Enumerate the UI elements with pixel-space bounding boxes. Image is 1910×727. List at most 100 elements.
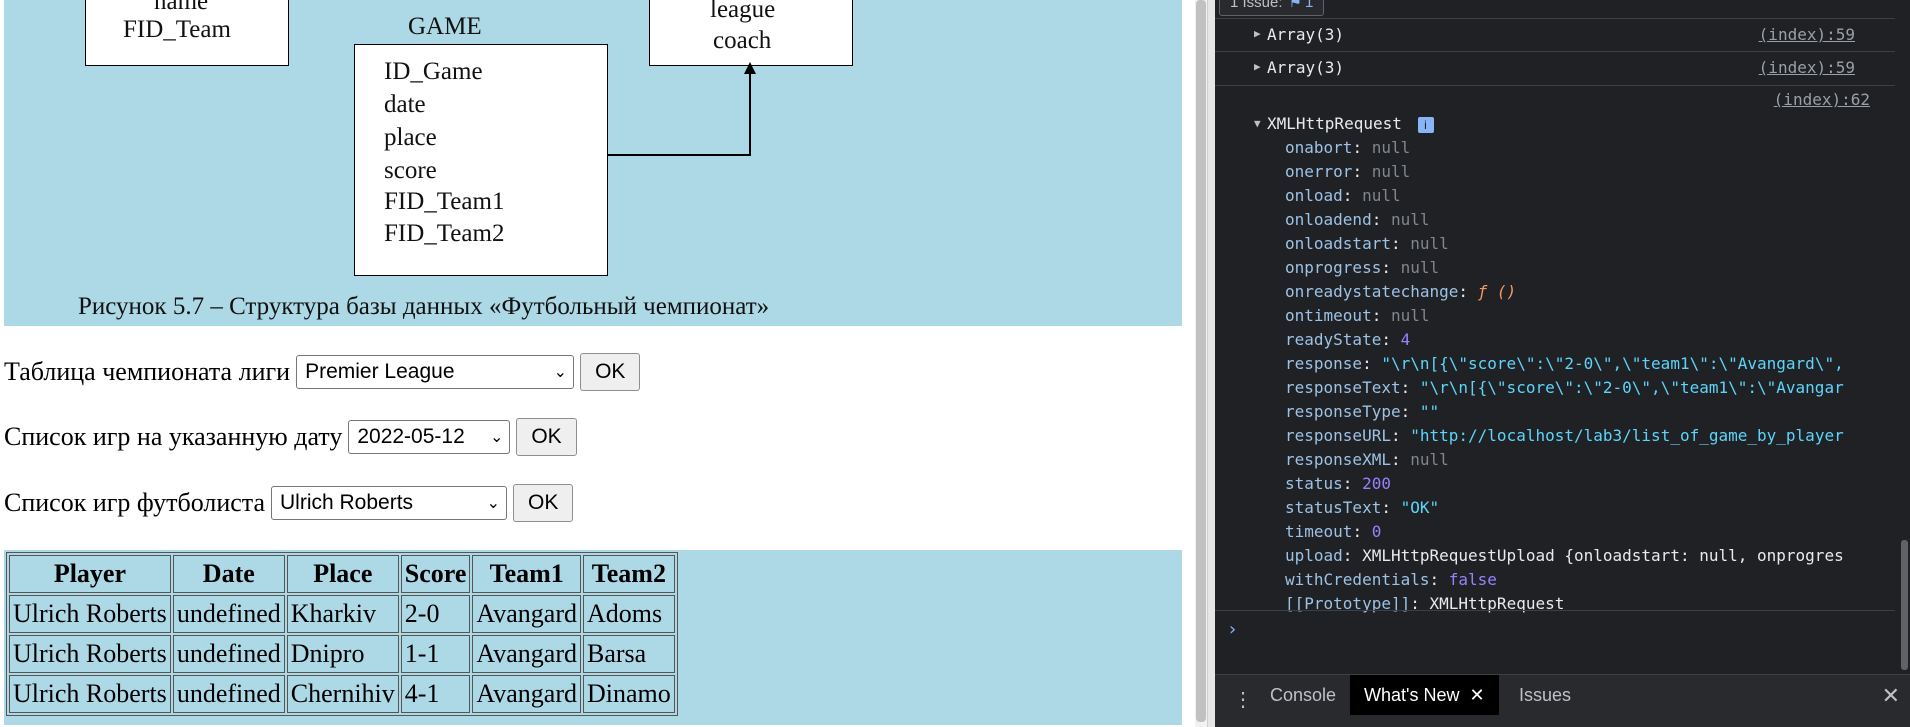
xhr-property-row[interactable]: onloadstart: null <box>1285 232 1875 256</box>
player-select-value: Ulrich Roberts <box>280 491 414 514</box>
property-value: null <box>1371 138 1411 157</box>
property-colon: : <box>1352 162 1372 181</box>
xhr-property-row[interactable]: response: "\r\n[{\"score\":\"2-0\",\"tea… <box>1285 352 1875 376</box>
cell-score: 1-1 <box>400 635 471 673</box>
property-key: timeout <box>1285 522 1353 541</box>
xhr-object-header[interactable]: ▼ XMLHttpRequest i <box>1254 112 1434 136</box>
property-value: false <box>1448 570 1497 589</box>
tab-console[interactable]: Console <box>1256 675 1350 715</box>
page-scrollbar[interactable] <box>1195 0 1207 727</box>
xhr-property-row[interactable]: onload: null <box>1285 184 1875 208</box>
games-table-container: Player Date Place Score Team1 Team2 Ulri… <box>4 550 1182 725</box>
header-team2: Team2 <box>583 555 675 593</box>
game-field-score: score <box>384 157 437 184</box>
chevron-down-icon: ⌄ <box>553 364 568 381</box>
property-value: null <box>1410 234 1449 253</box>
xhr-object-label[interactable]: XMLHttpRequest <box>1267 114 1402 133</box>
console-scrollbar-thumb[interactable] <box>1901 540 1908 670</box>
property-value: null <box>1400 258 1440 277</box>
log-array-text[interactable]: Array(3) <box>1267 58 1344 77</box>
figure-caption: Рисунок 5.7 – Структура базы данных «Фут… <box>78 293 770 320</box>
source-link[interactable]: (index):62 <box>1774 90 1870 109</box>
xhr-property-row[interactable]: withCredentials: false <box>1285 568 1875 592</box>
date-select-value: 2022-05-12 <box>357 425 465 448</box>
xhr-property-row[interactable]: responseURL: "http://localhost/lab3/list… <box>1285 424 1875 448</box>
xhr-property-row[interactable]: onloadend: null <box>1285 208 1875 232</box>
games-table: Player Date Place Score Team1 Team2 Ulri… <box>6 552 678 716</box>
player-select[interactable]: Ulrich Roberts ⌄ <box>271 486 508 520</box>
property-key: statusText <box>1285 498 1382 517</box>
xhr-property-row[interactable]: readyState: 4 <box>1285 328 1875 352</box>
header-team1: Team1 <box>472 555 581 593</box>
collapse-triangle-icon[interactable]: ▼ <box>1254 112 1261 136</box>
xhr-property-row[interactable]: onerror: null <box>1285 160 1875 184</box>
devtools-splitter[interactable] <box>1207 0 1215 727</box>
cell-team2: Adoms <box>583 595 675 633</box>
xhr-property-row[interactable]: ▶[[Prototype]]: XMLHttpRequest <box>1285 592 1875 616</box>
property-colon: : <box>1362 354 1382 373</box>
info-icon[interactable]: i <box>1417 117 1434 133</box>
header-place: Place <box>286 555 399 593</box>
date-select[interactable]: 2022-05-12 ⌄ <box>348 420 511 454</box>
xhr-property-row[interactable]: onprogress: null <box>1285 256 1875 280</box>
league-select[interactable]: Premier League ⌄ <box>296 355 575 389</box>
tab-issues-label: Issues <box>1519 684 1572 705</box>
issues-label: 1 Issue: <box>1230 0 1283 11</box>
property-key: onload <box>1285 186 1343 205</box>
property-key: responseType <box>1285 402 1401 421</box>
console-prompt-icon[interactable]: › <box>1227 619 1238 640</box>
close-tab-icon[interactable]: ✕ <box>1469 685 1484 706</box>
property-value: 200 <box>1362 474 1391 493</box>
console-scrollbar[interactable] <box>1898 0 1910 672</box>
cell-place: Kharkiv <box>286 595 399 633</box>
expand-triangle-icon[interactable]: ▶ <box>1254 60 1261 73</box>
games-by-player-label: Список игр футболиста <box>4 488 266 517</box>
xhr-property-row[interactable]: responseText: "\r\n[{\"score\":\"2-0\",\… <box>1285 376 1875 400</box>
xhr-property-row[interactable]: statusText: "OK" <box>1285 496 1875 520</box>
log-divider <box>1215 85 1895 86</box>
property-colon: : <box>1390 234 1411 253</box>
player-ok-button[interactable]: OK <box>513 484 574 522</box>
tab-whats-new[interactable]: What's New ✕ <box>1350 675 1499 715</box>
xhr-property-row[interactable]: responseType: "" <box>1285 400 1875 424</box>
league-ok-button[interactable]: OK <box>580 353 641 391</box>
property-key: responseURL <box>1285 426 1391 445</box>
property-value: "\r\n[{\"score\":\"2-0\",\"team1\":\"Ava… <box>1381 354 1844 373</box>
chevron-down-icon: ⌄ <box>486 495 501 512</box>
league-table-label: Таблица чемпионата лиги <box>4 357 291 386</box>
table-row: Ulrich Roberts undefined Kharkiv 2-0 Ava… <box>9 595 675 633</box>
log-array-text[interactable]: Array(3) <box>1267 25 1344 44</box>
property-colon: : <box>1371 210 1391 229</box>
cell-place: Dnipro <box>286 635 399 673</box>
property-colon: : <box>1381 498 1401 517</box>
property-colon: : <box>1400 402 1420 421</box>
property-value: null <box>1371 162 1411 181</box>
tab-issues[interactable]: Issues <box>1505 675 1585 715</box>
more-options-icon[interactable]: ⋮ <box>1233 687 1253 712</box>
xhr-property-row[interactable]: ontimeout: null <box>1285 304 1875 328</box>
xhr-property-row[interactable]: timeout: 0 <box>1285 520 1875 544</box>
source-link[interactable]: (index):59 <box>1759 25 1855 44</box>
xhr-property-row[interactable]: ▶upload: XMLHttpRequestUpload {onloadsta… <box>1285 544 1875 568</box>
console-log-entry[interactable]: ▶ Array(3) (index):59 <box>1215 18 1895 52</box>
xhr-property-row[interactable]: responseXML: null <box>1285 448 1875 472</box>
xhr-property-row[interactable]: onabort: null <box>1285 136 1875 160</box>
game-field-place: place <box>384 124 437 151</box>
console-log-entry[interactable]: ▶ Array(3) (index):59 <box>1215 51 1895 85</box>
property-value: null <box>1390 210 1430 229</box>
property-colon: : <box>1342 546 1363 565</box>
games-by-player-form: Список игр футболиста Ulrich Roberts ⌄ O… <box>4 483 574 523</box>
issue-flag-icon: ⚑ <box>1288 0 1302 11</box>
xhr-property-row[interactable]: ▶onreadystatechange: ƒ () <box>1285 280 1875 304</box>
issues-counter-button[interactable]: 1 Issue: ⚑ 1 <box>1219 0 1325 16</box>
page-scrollbar-thumb[interactable] <box>1196 0 1206 722</box>
cell-date: undefined <box>172 675 285 713</box>
date-ok-button[interactable]: OK <box>516 418 577 456</box>
expand-triangle-icon[interactable]: ▶ <box>1254 27 1261 40</box>
cell-team1: Avangard <box>472 635 581 673</box>
property-value: XMLHttpRequestUpload {onloadstart: null,… <box>1362 546 1844 565</box>
xhr-property-row[interactable]: status: 200 <box>1285 472 1875 496</box>
game-field-id-game: ID_Game <box>384 58 483 85</box>
close-drawer-icon[interactable]: ✕ <box>1882 683 1900 709</box>
source-link[interactable]: (index):59 <box>1759 58 1855 77</box>
